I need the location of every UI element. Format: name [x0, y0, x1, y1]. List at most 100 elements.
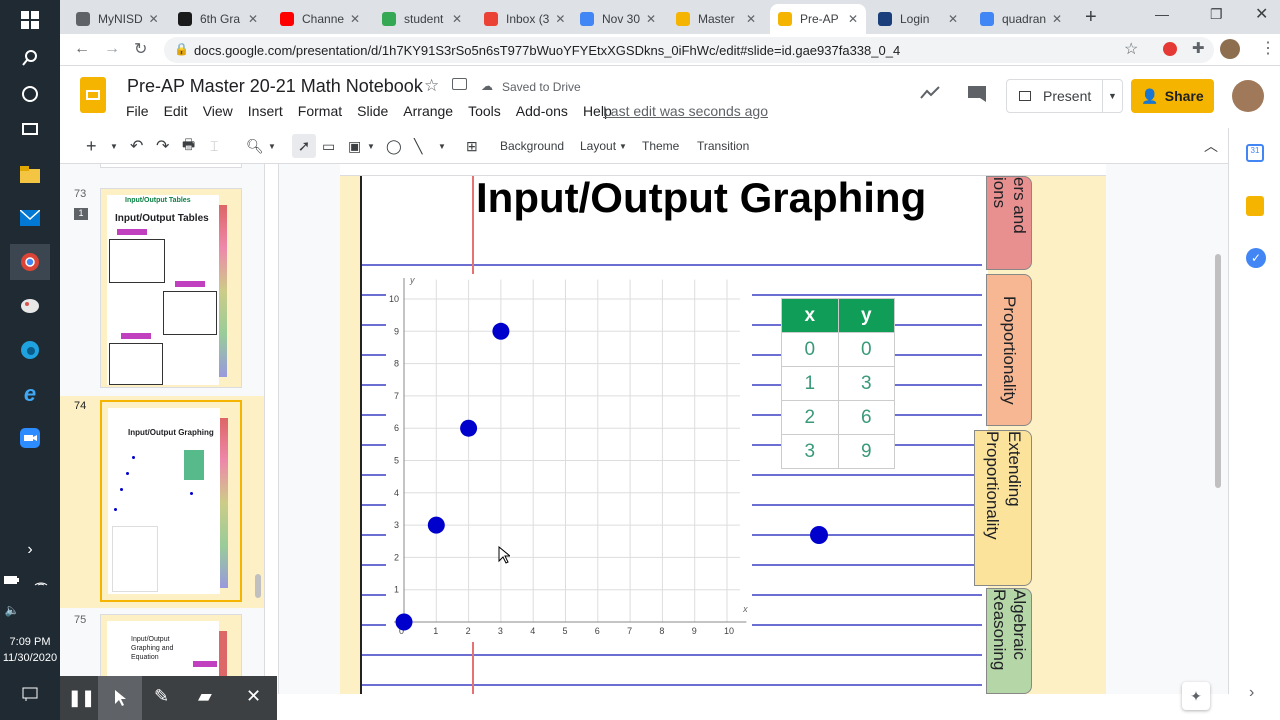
browser-tab[interactable]: quadran ✕ [972, 4, 1068, 34]
filmstrip-scrollbar[interactable] [255, 574, 261, 598]
data-point[interactable] [427, 516, 445, 534]
close-tab-icon[interactable]: ✕ [640, 12, 656, 26]
move-folder-icon[interactable] [452, 78, 467, 90]
menu-format[interactable]: Format [298, 103, 342, 119]
internet-explorer-icon[interactable]: e [10, 376, 50, 412]
profile-avatar[interactable] [1220, 39, 1240, 59]
task-view-icon[interactable] [10, 112, 50, 148]
pen-tool-icon[interactable]: ✎ [154, 686, 169, 707]
slides-logo-icon[interactable] [80, 77, 106, 113]
menu-tools[interactable]: Tools [468, 103, 501, 119]
paint-icon[interactable] [10, 288, 50, 324]
image-icon[interactable]: ▣ [348, 134, 361, 158]
side-tab-proportionality[interactable]: Proportionality [986, 274, 1032, 426]
pointer-tool-icon[interactable] [98, 676, 142, 720]
close-tab-icon[interactable]: ✕ [740, 12, 756, 26]
highlighter-tool-icon[interactable]: ▰ [198, 686, 212, 707]
undo-icon[interactable]: ↶ [130, 134, 143, 158]
slide-thumbnail-73[interactable]: Input/Output Tables Input/Output Tables [100, 188, 242, 388]
notification-icon[interactable] [10, 676, 50, 712]
menu-file[interactable]: File [126, 103, 149, 119]
vertical-scrollbar[interactable] [1215, 254, 1221, 488]
chrome-icon[interactable] [10, 244, 50, 280]
data-point[interactable] [492, 322, 510, 340]
explore-icon[interactable]: ✦ [1182, 682, 1210, 710]
url-input[interactable]: 🔒 docs.google.com/presentation/d/1h7KY91… [164, 37, 1214, 63]
mail-icon[interactable] [10, 200, 50, 236]
menu-slide[interactable]: Slide [357, 103, 388, 119]
close-tab-icon[interactable]: ✕ [842, 12, 858, 26]
menu-view[interactable]: View [203, 103, 233, 119]
new-tab-icon[interactable]: + [1085, 6, 1097, 29]
zoom-icon-toolbar[interactable]: 🔍︎ [246, 134, 264, 158]
data-point[interactable] [460, 419, 478, 437]
cortana-icon[interactable] [10, 76, 50, 112]
extension-icon[interactable] [1163, 42, 1177, 56]
keep-icon[interactable] [1246, 196, 1264, 216]
browser-tab[interactable]: Pre-AP ✕ [770, 4, 866, 34]
browser-tab[interactable]: Master ✕ [668, 4, 764, 34]
tasks-icon[interactable]: ✓ [1246, 248, 1266, 268]
new-slide-dropdown-icon[interactable]: ▼ [110, 134, 118, 158]
close-tab-icon[interactable]: ✕ [143, 12, 159, 26]
close-tab-icon[interactable]: ✕ [942, 12, 958, 26]
present-dropdown-icon[interactable]: ▼ [1102, 80, 1122, 112]
bookmark-star-icon[interactable]: ☆ [1124, 39, 1138, 59]
comment-count-badge[interactable]: 1 [74, 208, 88, 220]
theme-button[interactable]: Theme [642, 134, 679, 158]
collapse-toolbar-icon[interactable]: ︿ [1204, 134, 1218, 158]
browser-tab[interactable]: MyNISD ✕ [68, 4, 164, 34]
image-dropdown-icon[interactable]: ▼ [367, 134, 375, 158]
star-icon[interactable]: ☆ [424, 76, 439, 96]
browser-tab[interactable]: Inbox (3 ✕ [476, 4, 566, 34]
close-tab-icon[interactable]: ✕ [549, 12, 565, 26]
slide-thumbnail-75[interactable]: Input/Output Graphing and Equation [100, 614, 242, 676]
side-tab-extending-proportionality[interactable]: Extending Proportionality [974, 430, 1032, 586]
data-point[interactable] [395, 613, 413, 631]
close-window-icon[interactable]: ✕ [1255, 4, 1268, 24]
expand-panel-icon[interactable]: › [1249, 684, 1254, 702]
print-icon[interactable]: 🖶 [182, 134, 195, 158]
zoom-dropdown-icon[interactable]: ▼ [268, 134, 276, 158]
select-cursor-icon[interactable]: ➚ [292, 134, 316, 158]
activity-icon[interactable] [920, 84, 940, 105]
search-icon[interactable] [10, 40, 50, 76]
input-output-table[interactable]: x y 00132639 [781, 298, 895, 470]
pause-icon[interactable]: ❚❚ [68, 688, 95, 708]
menu-arrange[interactable]: Arrange [403, 103, 453, 119]
stray-point[interactable] [810, 526, 828, 544]
text-box-icon[interactable]: ▭ [322, 134, 335, 158]
account-avatar[interactable] [1232, 80, 1264, 112]
menu-edit[interactable]: Edit [164, 103, 188, 119]
present-button[interactable]: Present ▼ [1006, 79, 1123, 113]
menu-addons[interactable]: Add-ons [516, 103, 568, 119]
reload-icon[interactable]: ↻ [134, 39, 147, 59]
browser-tab[interactable]: Channe ✕ [272, 4, 368, 34]
background-button[interactable]: Background [500, 134, 564, 158]
transition-button[interactable]: Transition [697, 134, 749, 158]
slide-thumbnail-74[interactable]: Input/Output Graphing [100, 400, 242, 602]
browser-tab[interactable]: Nov 30 ✕ [572, 4, 662, 34]
windows-start-icon[interactable] [10, 2, 50, 38]
puzzle-icon[interactable]: ✚ [1192, 39, 1205, 57]
line-icon[interactable]: ╲ [414, 134, 422, 158]
calendar-icon[interactable]: 31 [1246, 144, 1264, 162]
share-button[interactable]: 👤 Share [1131, 79, 1214, 113]
browser-tab[interactable]: Login ✕ [870, 4, 966, 34]
document-title[interactable]: Pre-AP Master 20-21 Math Notebook [127, 76, 423, 97]
back-icon[interactable]: ← [74, 40, 90, 58]
zoom-icon[interactable] [10, 420, 50, 456]
close-tab-icon[interactable]: ✕ [446, 12, 462, 26]
slide-title[interactable]: Input/Output Graphing [476, 174, 926, 222]
restore-icon[interactable]: ❐ [1210, 6, 1223, 23]
close-annotation-icon[interactable]: ✕ [246, 686, 261, 707]
browser-tab[interactable]: student ✕ [374, 4, 470, 34]
last-edit-link[interactable]: Last edit was seconds ago [603, 103, 768, 119]
side-tab-algebraic-reasoning[interactable]: Algebraic Reasoning [986, 588, 1032, 694]
redo-icon[interactable]: ↷ [156, 134, 169, 158]
side-tab-integers[interactable]: ers and ions [986, 176, 1032, 270]
browser-tab[interactable]: 6th Gra ✕ [170, 4, 266, 34]
edge-icon[interactable] [10, 332, 50, 368]
shape-icon[interactable]: ◯ [386, 134, 402, 158]
line-dropdown-icon[interactable]: ▼ [438, 134, 446, 158]
